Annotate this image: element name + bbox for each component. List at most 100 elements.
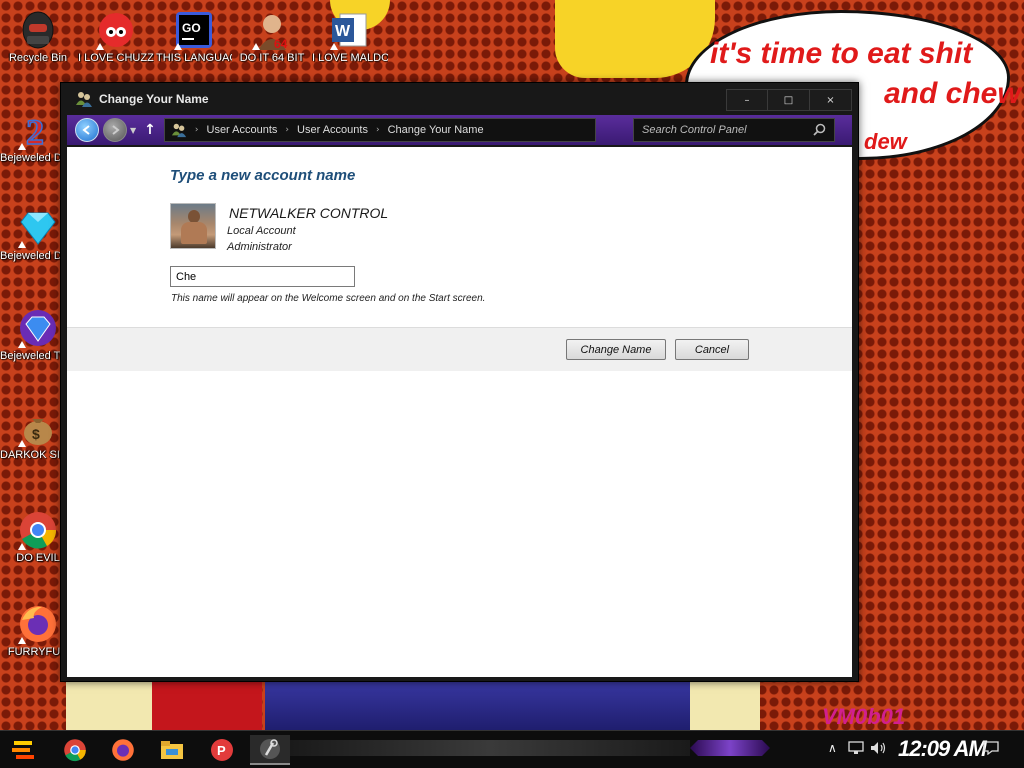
minimize-button[interactable]: – bbox=[726, 89, 768, 111]
chuzzle-icon bbox=[94, 8, 138, 52]
recycle-bin-icon bbox=[16, 8, 60, 52]
shortcut-arrow-icon bbox=[18, 440, 26, 447]
account-role: Administrator bbox=[227, 241, 292, 253]
account-name: NETWALKER CONTROL bbox=[229, 205, 389, 221]
new-name-field[interactable] bbox=[170, 266, 355, 287]
wallpaper-red-panel bbox=[152, 676, 262, 732]
user-accounts-icon bbox=[171, 122, 187, 138]
taskbar-decoration bbox=[290, 740, 690, 756]
svg-text:64: 64 bbox=[274, 37, 288, 50]
shortcut-arrow-icon bbox=[18, 143, 26, 150]
wallpaper-cream-panel-right bbox=[690, 676, 760, 732]
shortcut-arrow-icon bbox=[96, 43, 104, 50]
shortcut-arrow-icon bbox=[330, 43, 338, 50]
window-title: Change Your Name bbox=[99, 92, 209, 106]
shortcut-arrow-icon bbox=[18, 543, 26, 550]
clock[interactable]: 12:09 AM bbox=[898, 736, 987, 762]
page-title: Type a new account name bbox=[170, 167, 356, 184]
name-hint: This name will appear on the Welcome scr… bbox=[171, 293, 486, 304]
desktop-icon-goland[interactable]: GO THIS LANGUAGE bbox=[156, 8, 232, 65]
bejeweled-2-icon: 2 bbox=[16, 108, 60, 152]
breadcrumb-item[interactable]: Change Your Name bbox=[388, 124, 484, 136]
breadcrumb-item[interactable]: User Accounts bbox=[207, 124, 278, 136]
taskbar-paint[interactable]: P bbox=[202, 735, 242, 765]
search-placeholder: Search Control Panel bbox=[642, 124, 747, 136]
network-icon[interactable] bbox=[848, 741, 864, 758]
start-button[interactable] bbox=[8, 737, 38, 763]
dialog-footer: Change Name Cancel bbox=[67, 327, 852, 371]
taskbar-control-panel[interactable] bbox=[250, 735, 290, 765]
action-center-icon[interactable] bbox=[983, 741, 999, 758]
desktop-icon-label: Recycle Bin bbox=[8, 52, 68, 64]
svg-text:$: $ bbox=[32, 426, 40, 442]
watermark: VM0b01 bbox=[822, 704, 906, 729]
desktop-icon-64bit[interactable]: 64 DO IT 64 BIT bbox=[234, 8, 310, 65]
money-bag-icon: $ bbox=[16, 405, 60, 449]
desktop-icon-label: THIS LANGUAGE bbox=[156, 52, 232, 64]
file-explorer-icon bbox=[161, 741, 183, 759]
show-hidden-icons-chevron-up-icon[interactable]: ∧ bbox=[828, 741, 837, 755]
desktop-icon-word[interactable]: W I LOVE MALDOCS bbox=[312, 8, 388, 65]
desktop-icon-label: I LOVE MALDOCS bbox=[312, 52, 388, 64]
user-accounts-icon bbox=[75, 90, 93, 108]
wallpaper-photo-strip bbox=[265, 676, 690, 732]
forward-button[interactable] bbox=[103, 118, 127, 142]
taskbar-decoration-accent bbox=[690, 740, 770, 756]
control-panel-icon bbox=[260, 739, 280, 759]
bejeweled-diamond-icon bbox=[16, 206, 60, 250]
bejeweled-twist-icon bbox=[16, 306, 60, 350]
portrait-icon: 64 bbox=[250, 8, 294, 52]
start-icon bbox=[12, 741, 34, 759]
shortcut-arrow-icon bbox=[252, 43, 260, 50]
volume-icon[interactable] bbox=[870, 741, 888, 758]
paint-icon: P bbox=[211, 739, 233, 761]
cancel-button[interactable]: Cancel bbox=[675, 339, 749, 360]
svg-text:W: W bbox=[335, 23, 351, 40]
speech-line-2: and chew bbox=[884, 77, 1021, 110]
taskbar: P ∧ 12:09 AM bbox=[0, 730, 1024, 768]
chrome-icon bbox=[16, 508, 60, 552]
close-button[interactable]: × bbox=[810, 89, 852, 111]
speech-line-1: it's time to eat shit bbox=[710, 37, 973, 70]
window-controls: – □ × bbox=[726, 89, 852, 111]
taskbar-firefox[interactable] bbox=[103, 735, 143, 765]
firefox-icon bbox=[16, 602, 60, 646]
desktop-icon-label: DO IT 64 BIT bbox=[239, 52, 305, 64]
navigation-bar: ▼ ↑ › User Accounts › User Accounts › Ch… bbox=[67, 115, 852, 145]
desktop-icon-chuzzle[interactable]: I LOVE CHUZZLIN bbox=[78, 8, 154, 65]
shortcut-arrow-icon bbox=[18, 637, 26, 644]
svg-text:P: P bbox=[217, 743, 226, 758]
word-icon: W bbox=[328, 8, 372, 52]
firefox-icon bbox=[112, 739, 134, 761]
forward-arrow-icon bbox=[112, 125, 120, 135]
taskbar-file-explorer[interactable] bbox=[152, 735, 192, 765]
desktop-icon-label: I LOVE CHUZZLIN bbox=[78, 52, 154, 64]
shortcut-arrow-icon bbox=[174, 43, 182, 50]
svg-text:2: 2 bbox=[26, 112, 44, 150]
speech-line-3: dew bbox=[864, 129, 907, 154]
back-button[interactable] bbox=[75, 118, 99, 142]
breadcrumb-item[interactable]: User Accounts bbox=[297, 124, 368, 136]
avatar bbox=[170, 203, 216, 249]
chrome-icon bbox=[64, 739, 86, 762]
content-pane: Type a new account name NETWALKER CONTRO… bbox=[67, 147, 852, 677]
taskbar-chrome[interactable] bbox=[55, 735, 95, 765]
change-name-window: Change Your Name – □ × ▼ ↑ › User Accoun… bbox=[60, 82, 859, 682]
address-bar[interactable]: › User Accounts › User Accounts › Change… bbox=[163, 118, 596, 142]
maximize-button[interactable]: □ bbox=[768, 89, 810, 111]
account-type: Local Account bbox=[227, 225, 296, 237]
chevron-right-icon[interactable]: › bbox=[195, 125, 199, 135]
recent-pages-dropdown-icon[interactable]: ▼ bbox=[130, 126, 136, 135]
chevron-right-icon[interactable]: › bbox=[376, 125, 380, 135]
up-arrow-icon[interactable]: ↑ bbox=[144, 122, 156, 138]
shortcut-arrow-icon bbox=[18, 241, 26, 248]
chevron-right-icon[interactable]: › bbox=[285, 125, 289, 135]
goland-icon: GO bbox=[172, 8, 216, 52]
search-icon[interactable] bbox=[813, 123, 826, 139]
search-input[interactable]: Search Control Panel bbox=[633, 118, 835, 142]
wallpaper-cream-panel bbox=[66, 676, 152, 732]
shortcut-arrow-icon bbox=[18, 341, 26, 348]
desktop-icon-recycle-bin[interactable]: Recycle Bin bbox=[0, 8, 76, 65]
back-arrow-icon bbox=[82, 125, 90, 135]
change-name-button[interactable]: Change Name bbox=[566, 339, 666, 360]
